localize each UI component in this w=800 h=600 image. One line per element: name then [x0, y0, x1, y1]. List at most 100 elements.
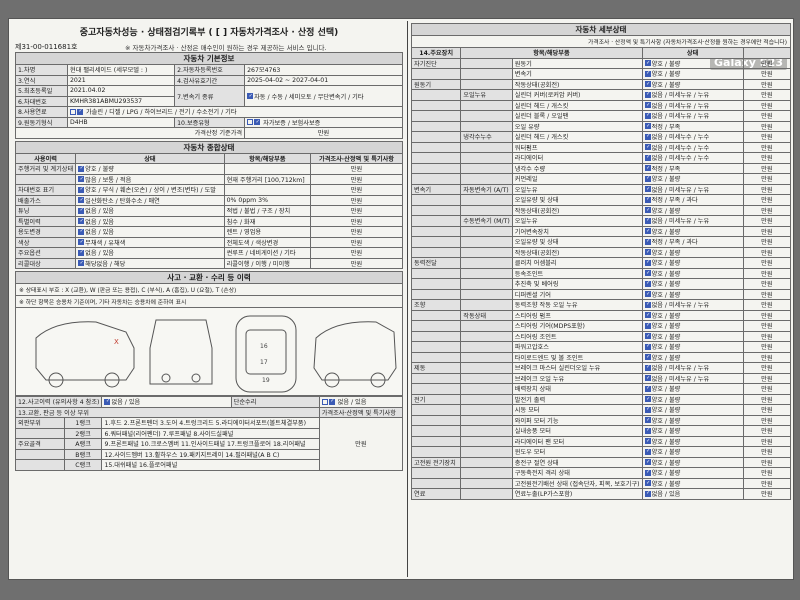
detail-row-checkbox[interactable] — [644, 196, 651, 203]
overall-row-checkbox[interactable] — [78, 176, 85, 183]
issue-note-label: 가격조사·산정액 및 특기사항 — [318, 406, 404, 418]
repair-yes-checkbox[interactable] — [328, 398, 335, 405]
detail-row-checkbox[interactable] — [644, 123, 651, 130]
detail-row-checkbox[interactable] — [644, 238, 651, 245]
accident-none-checkbox[interactable] — [104, 398, 111, 405]
detail-row-state: 양호 / 불량 — [641, 383, 744, 395]
repair-none-checkbox[interactable] — [321, 398, 328, 405]
detail-row-sub — [460, 99, 513, 111]
detail-row-checkbox[interactable] — [644, 312, 651, 319]
overall-row-checkbox[interactable] — [78, 239, 85, 246]
detail-row-checkbox[interactable] — [644, 228, 651, 235]
detail-row-state-text: 양호 / 불량 — [651, 386, 681, 394]
overall-row-checkbox[interactable] — [78, 228, 85, 235]
detail-row-checkbox[interactable] — [644, 207, 651, 214]
detail-row-checkbox[interactable] — [644, 490, 651, 497]
detail-row-price: 만원 — [742, 215, 792, 227]
overall-row-checkbox[interactable] — [78, 249, 85, 256]
detail-row-checkbox[interactable] — [644, 480, 651, 487]
overall-row-item — [223, 184, 312, 196]
detail-row: 추진축 및 베어링 양호 / 불량 만원 — [410, 278, 792, 290]
detail-row: 라디에이터 팬 모터 양호 / 불량 만원 — [410, 435, 792, 447]
overall-row-checkbox[interactable] — [78, 186, 85, 193]
detail-row-checkbox[interactable] — [644, 301, 651, 308]
detail-row-state-text: 없음 / 미세누유 / 누유 — [651, 113, 710, 121]
detail-row-price: 만원 — [742, 404, 792, 416]
detail-row-checkbox[interactable] — [644, 291, 651, 298]
detail-row-sub — [460, 152, 513, 164]
transmission-auto-checkbox[interactable] — [247, 93, 254, 99]
overall-row-item: 썬루프 / 네비게이션 / 기타 — [223, 247, 312, 259]
detail-row-group — [410, 236, 462, 248]
detail-row-item: 작동상태(공회전) — [511, 204, 643, 216]
detail-row-checkbox[interactable] — [644, 165, 651, 172]
detail-row-state: 양호 / 불량 — [641, 267, 744, 279]
detail-row-checkbox[interactable] — [644, 354, 651, 361]
accident-legend: ※ 상태표시 부호 : X (교환), W (판금 또는 용접), C (부식)… — [15, 283, 403, 296]
detail-row-checkbox[interactable] — [644, 91, 651, 98]
detail-row-checkbox[interactable] — [644, 112, 651, 119]
detail-row-checkbox[interactable] — [644, 406, 651, 413]
overall-row-note: 만원 — [310, 236, 403, 248]
detail-row-state: 없음 / 미세누유 / 누유 — [641, 99, 744, 111]
detail-row-checkbox[interactable] — [644, 280, 651, 287]
detail-row-checkbox[interactable] — [644, 364, 651, 371]
warranty-insurer-checkbox[interactable] — [254, 119, 261, 126]
transmission-options: 자동 / 수동 / 세미오토 / 무단변속기 / 기타 — [244, 85, 403, 107]
overall-row-state: 해당없음 / 해당 — [75, 257, 225, 269]
detail-row-checkbox[interactable] — [644, 70, 651, 77]
overall-row-item: 침수 / 화재 — [223, 215, 312, 227]
detail-row-price: 만원 — [742, 173, 792, 185]
detail-row-sub — [460, 320, 513, 332]
detail-row-checkbox[interactable] — [644, 396, 651, 403]
detail-row-item: 윈도우 모터 — [511, 446, 643, 458]
fuel-gasoline-checkbox[interactable] — [70, 108, 76, 115]
detail-row-checkbox[interactable] — [644, 270, 651, 277]
detail-row-state-text: 없음 / 미세누유 / 누유 — [651, 375, 710, 383]
detail-row-price: 만원 — [742, 225, 792, 237]
detail-row-checkbox[interactable] — [644, 175, 651, 182]
basic-info-heading: 자동차 기본정보 — [15, 52, 403, 65]
fuel-diesel-checkbox[interactable] — [77, 108, 83, 115]
overall-row-checkbox[interactable] — [78, 197, 85, 204]
detail-row-checkbox[interactable] — [644, 259, 651, 266]
detail-row: 실린더 블록 / 오일팬 없음 / 미세누유 / 누유 만원 — [410, 110, 792, 122]
detail-row-checkbox[interactable] — [644, 427, 651, 434]
detail-row: 전기 발전기 출력 양호 / 불량 만원 — [410, 393, 792, 405]
detail-row-checkbox[interactable] — [644, 343, 651, 350]
panel-rank: A랭크 — [63, 438, 103, 450]
overall-row-note: 만원 — [310, 184, 403, 196]
detail-row-checkbox[interactable] — [644, 217, 651, 224]
warranty-self-checkbox[interactable] — [247, 119, 254, 126]
overall-row-checkbox[interactable] — [78, 165, 85, 172]
detail-row-checkbox[interactable] — [644, 60, 651, 67]
overall-row-checkbox[interactable] — [78, 218, 85, 225]
detail-row: 오일 유량 적정 / 부족 만원 — [410, 120, 792, 132]
detail-row-checkbox[interactable] — [644, 448, 651, 455]
detail-row-checkbox[interactable] — [644, 469, 651, 476]
detail-row-checkbox[interactable] — [644, 417, 651, 424]
detail-col-device: 14.주요장치 — [410, 47, 462, 59]
detail-row-checkbox[interactable] — [644, 333, 651, 340]
detail-row-checkbox[interactable] — [644, 154, 651, 161]
detail-row-checkbox[interactable] — [644, 459, 651, 466]
detail-row-item: 원동기 — [511, 57, 643, 69]
detail-row-checkbox[interactable] — [644, 81, 651, 88]
overall-row-state: 많음 / 보통 / 적음 — [75, 173, 225, 185]
detail-row-price: 만원 — [742, 99, 792, 111]
detail-row-checkbox[interactable] — [644, 102, 651, 109]
vin-label: 6.차대번호 — [15, 95, 68, 107]
detail-row-checkbox[interactable] — [644, 438, 651, 445]
detail-row-checkbox[interactable] — [644, 186, 651, 193]
detail-row-checkbox[interactable] — [644, 385, 651, 392]
detail-row-checkbox[interactable] — [644, 322, 651, 329]
detail-row-checkbox[interactable] — [644, 375, 651, 382]
detail-row-checkbox[interactable] — [644, 133, 651, 140]
detail-row-state-text: 양호 / 불량 — [651, 176, 681, 184]
overall-row-checkbox[interactable] — [78, 260, 85, 267]
first-registration-label: 5.최초등록일 — [15, 85, 68, 97]
detail-row-checkbox[interactable] — [644, 249, 651, 256]
detail-row-state-text: 양호 / 불량 — [651, 428, 681, 436]
detail-row-checkbox[interactable] — [644, 144, 651, 151]
overall-row-checkbox[interactable] — [78, 207, 85, 214]
